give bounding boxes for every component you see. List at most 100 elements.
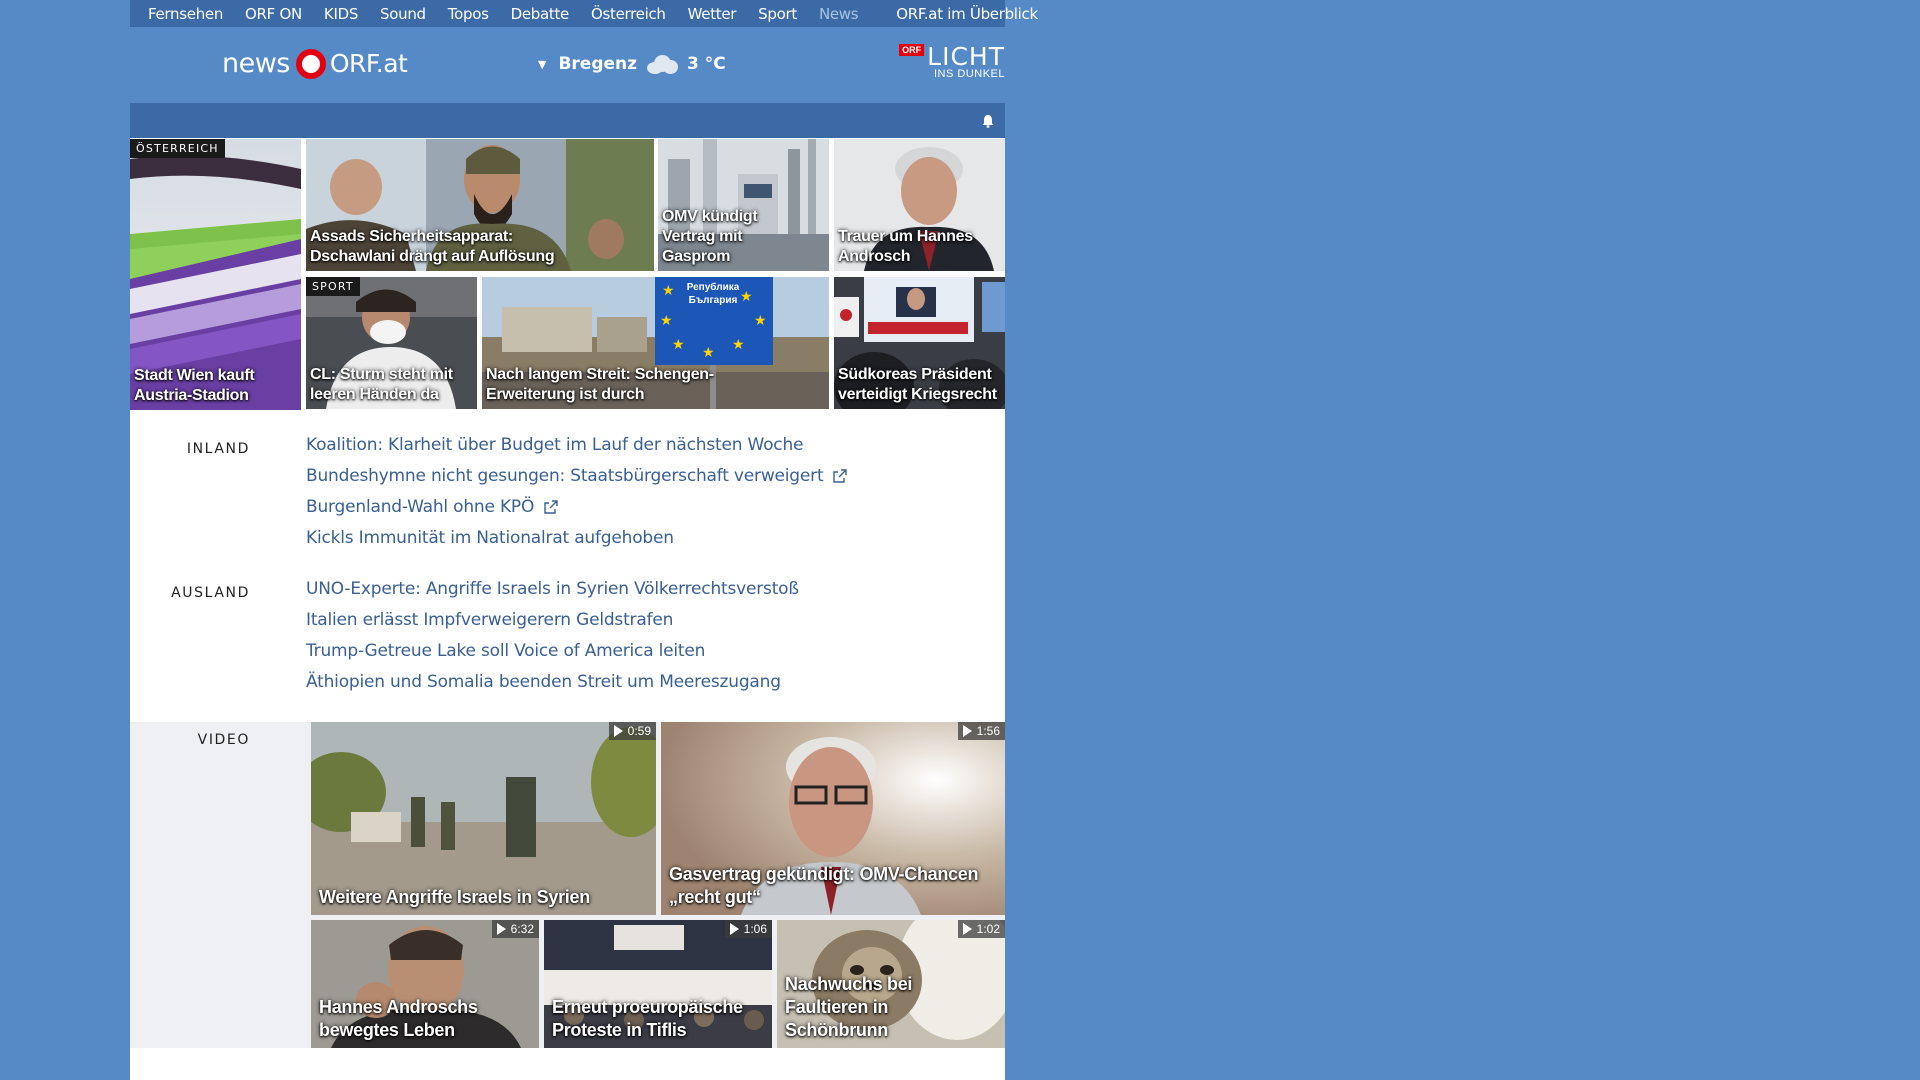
tile-caption: OMV kündigt Vertrag mit Gasprom <box>662 208 758 265</box>
news-link[interactable]: UNO-Experte: Angriffe Israels in Syrien … <box>306 573 799 604</box>
video-duration-badge: 6:32 <box>491 920 539 938</box>
svg-text:★: ★ <box>662 282 675 298</box>
news-link-text: Bundeshymne nicht gesungen: Staatsbürger… <box>306 465 824 486</box>
tile-category-tag: SPORT <box>306 277 360 296</box>
border-sign-text: Република България <box>686 282 740 306</box>
video-tile-androsch[interactable]: 6:32 Hannes Androschs bewegtes Leben <box>311 920 539 1048</box>
orf-eye-icon <box>295 48 326 79</box>
news-link[interactable]: Italien erlässt Impfverweigerern Geldstr… <box>306 604 799 635</box>
weather-widget[interactable]: ▼ Bregenz 3 °C <box>538 54 726 74</box>
news-link-text: UNO-Experte: Angriffe Israels in Syrien … <box>306 578 799 599</box>
video-duration: 1:06 <box>743 922 767 936</box>
weather-temperature: 3 °C <box>687 54 726 74</box>
video-section: VIDEO 0:59 Weitere Angriffe Israels in S… <box>130 722 1005 1048</box>
svg-text:★: ★ <box>660 312 673 328</box>
nav-orf-on[interactable]: ORF ON <box>245 5 302 23</box>
teaser-tile-suedkorea[interactable]: Südkoreas Präsident verteidigt Kriegsrec… <box>834 277 1005 409</box>
teaser-tile-syria[interactable]: Assads Sicherheitsapparat: Dschawlani dr… <box>306 139 654 271</box>
news-link[interactable]: Trump-Getreue Lake soll Voice of America… <box>306 635 799 666</box>
video-duration: 1:02 <box>976 922 1000 936</box>
news-link-text: Koalition: Klarheit über Budget im Lauf … <box>306 434 804 455</box>
section-label-ausland: AUSLAND <box>171 585 250 601</box>
teaser-tile-sturm[interactable]: SPORT CL: Sturm steht mit leeren Händen … <box>306 277 477 409</box>
licht-orf-badge: ORF <box>899 44 925 56</box>
sub-bar <box>130 103 1005 138</box>
svg-text:★: ★ <box>672 336 685 352</box>
video-caption: Weitere Angriffe Israels in Syrien <box>319 887 590 907</box>
video-caption: Hannes Androschs bewegtes Leben <box>319 997 478 1040</box>
video-duration: 0:59 <box>627 724 651 738</box>
chevron-down-icon: ▼ <box>538 57 547 71</box>
video-duration-badge: 1:06 <box>724 920 772 938</box>
teaser-tile-omv[interactable]: OMV kündigt Vertrag mit Gasprom <box>658 139 829 271</box>
video-caption: Gasvertrag gekündigt: OMV-Chancen „recht… <box>669 864 979 907</box>
licht-title: LICHT <box>927 42 1005 71</box>
video-duration-badge: 1:56 <box>957 722 1005 740</box>
bell-icon[interactable] <box>981 114 995 128</box>
logo-orf-text: ORF.at <box>329 49 408 78</box>
external-link-icon <box>833 468 848 483</box>
news-orf-logo[interactable]: news ORF.at <box>222 48 408 79</box>
teaser-tile-schengen[interactable]: ★ ★ ★ ★ ★ ★ ★ Република България Nach la… <box>482 277 829 409</box>
tile-caption: CL: Sturm steht mit leeren Händen da <box>310 366 453 403</box>
nav-topos[interactable]: Topos <box>448 5 489 23</box>
play-icon <box>496 923 506 935</box>
video-duration-badge: 1:02 <box>957 920 1005 938</box>
ausland-news-list: UNO-Experte: Angriffe Israels in Syrien … <box>306 573 799 697</box>
video-tile-tiflis[interactable]: 1:06 Erneut proeuropäische Proteste in T… <box>544 920 772 1048</box>
play-icon <box>962 725 972 737</box>
video-tile-omv[interactable]: 1:56 Gasvertrag gekündigt: OMV-Chancen „… <box>661 722 1005 915</box>
news-link-text: Trump-Getreue Lake soll Voice of America… <box>306 640 706 661</box>
news-link[interactable]: Burgenland-Wahl ohne KPÖ <box>306 491 847 522</box>
video-tile-faultiere[interactable]: 1:02 Nachwuchs bei Faultieren in Schönbr… <box>777 920 1005 1048</box>
top-navigation: Fernsehen ORF ON KIDS Sound Topos Debatt… <box>130 0 1038 27</box>
news-link[interactable]: Äthiopien und Somalia beenden Streit um … <box>306 666 799 697</box>
tile-caption: Stadt Wien kauft Austria-Stadion <box>134 367 255 404</box>
video-duration: 1:56 <box>976 724 1000 738</box>
play-icon <box>729 923 739 935</box>
play-icon <box>613 725 623 737</box>
main-content: ÖSTERREICH Stadt Wien kauft Austria-Stad… <box>130 138 1005 1080</box>
site-header: news ORF.at ▼ Bregenz 3 °C ORF LICHT INS … <box>130 27 1005 103</box>
video-caption: Erneut proeuropäische Proteste in Tiflis <box>552 997 743 1040</box>
section-label-video: VIDEO <box>197 732 250 748</box>
news-link[interactable]: Bundeshymne nicht gesungen: Staatsbürger… <box>306 460 848 491</box>
teaser-tile-stadium[interactable]: ÖSTERREICH Stadt Wien kauft Austria-Stad… <box>130 139 301 410</box>
nav-oesterreich[interactable]: Österreich <box>591 5 666 23</box>
news-link-text: Italien erlässt Impfverweigerern Geldstr… <box>306 609 674 630</box>
teaser-tile-androsch[interactable]: Trauer um Hannes Androsch <box>834 139 1005 271</box>
video-duration-badge: 0:59 <box>608 722 656 740</box>
nav-sound[interactable]: Sound <box>380 5 426 23</box>
tile-caption: Nach langem Streit: Schengen-Erweiterung… <box>486 366 714 403</box>
licht-ins-dunkel-logo[interactable]: ORF LICHT INS DUNKEL <box>899 42 1005 80</box>
nav-kids[interactable]: KIDS <box>324 5 358 23</box>
logo-news-text: news <box>222 48 290 79</box>
nav-sport[interactable]: Sport <box>758 5 797 23</box>
video-tile-syria[interactable]: 0:59 Weitere Angriffe Israels in Syrien <box>311 722 656 915</box>
nav-debatte[interactable]: Debatte <box>511 5 570 23</box>
nav-fernsehen[interactable]: Fernsehen <box>148 5 223 23</box>
news-link-text: Kickls Immunität im Nationalrat aufgehob… <box>306 527 674 548</box>
tile-caption: Südkoreas Präsident verteidigt Kriegsrec… <box>838 366 997 403</box>
inland-news-list: Koalition: Klarheit über Budget im Lauf … <box>306 429 848 553</box>
video-caption: Nachwuchs bei Faultieren in Schönbrunn <box>785 974 913 1040</box>
play-icon <box>962 923 972 935</box>
news-link[interactable]: Kickls Immunität im Nationalrat aufgehob… <box>306 522 847 553</box>
external-link-icon <box>544 499 558 514</box>
cloud-icon <box>645 54 679 74</box>
svg-text:★: ★ <box>732 336 745 352</box>
nav-overview[interactable]: ORF.at im Überblick <box>896 5 1038 23</box>
video-duration: 6:32 <box>510 922 534 936</box>
news-link-text: Äthiopien und Somalia beenden Streit um … <box>306 671 781 692</box>
weather-city: Bregenz <box>558 54 638 74</box>
tile-category-tag: ÖSTERREICH <box>130 139 225 158</box>
nav-news[interactable]: News <box>819 5 859 23</box>
section-label-inland: INLAND <box>186 441 250 457</box>
svg-text:★: ★ <box>754 312 767 328</box>
nav-wetter[interactable]: Wetter <box>688 5 737 23</box>
news-link-text: Burgenland-Wahl ohne KPÖ <box>306 496 535 517</box>
tile-caption: Trauer um Hannes Androsch <box>838 228 973 265</box>
svg-text:★: ★ <box>702 344 715 360</box>
tile-caption: Assads Sicherheitsapparat: Dschawlani dr… <box>310 228 555 265</box>
news-link[interactable]: Koalition: Klarheit über Budget im Lauf … <box>306 429 847 460</box>
